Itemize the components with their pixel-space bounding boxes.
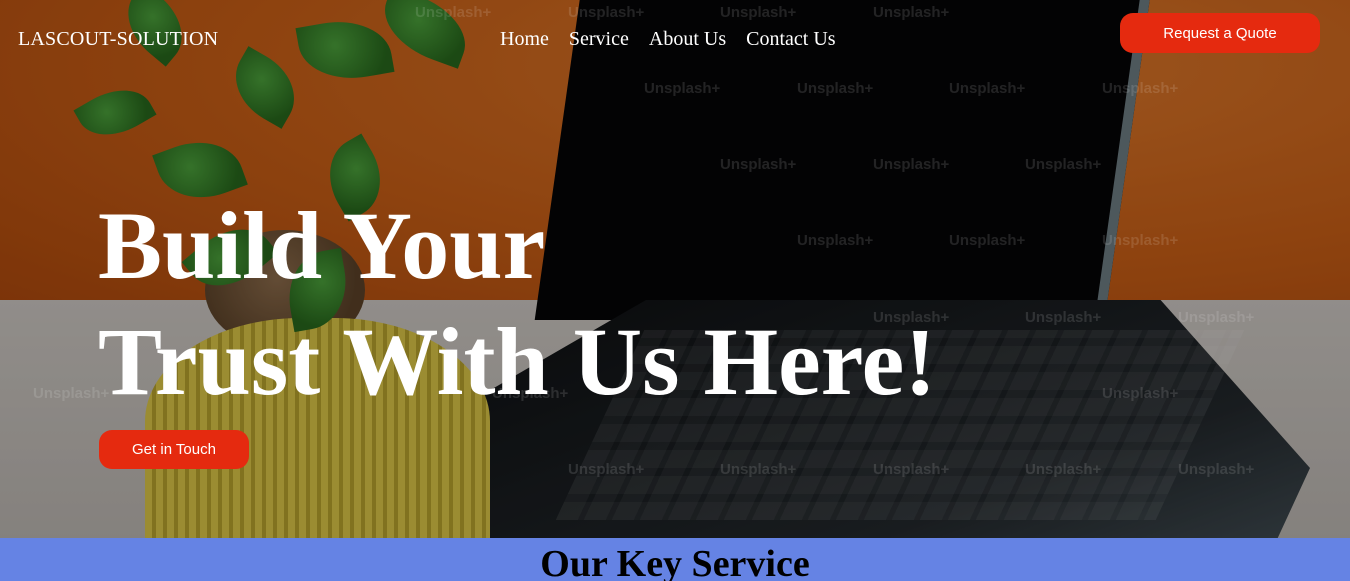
hero-headline-line-2: Trust With Us Here! — [98, 308, 937, 415]
watermark-text: Unsplash+ — [644, 80, 721, 97]
watermark-text: Unsplash+ — [1178, 461, 1255, 478]
services-section: Our Key Service — [0, 538, 1350, 581]
watermark-text: Unsplash+ — [873, 156, 950, 173]
watermark-text: Unsplash+ — [568, 4, 645, 21]
get-in-touch-button[interactable]: Get in Touch — [99, 430, 249, 469]
watermark-text: Unsplash+ — [1178, 309, 1255, 326]
watermark-text: Unsplash+ — [568, 461, 645, 478]
watermark-text: Unsplash+ — [949, 80, 1026, 97]
request-quote-button[interactable]: Request a Quote — [1120, 13, 1320, 53]
nav-link-about-us[interactable]: About Us — [649, 28, 726, 51]
hero-section: Unsplash+ Unsplash+ Unsplash+ Unsplash+ … — [0, 0, 1350, 538]
main-nav: Home Service About Us Contact Us — [500, 28, 836, 51]
watermark-text: Unsplash+ — [720, 156, 797, 173]
brand-logo[interactable]: LASCOUT-SOLUTION — [18, 28, 218, 51]
watermark-text: Unsplash+ — [1102, 80, 1179, 97]
nav-link-service[interactable]: Service — [569, 28, 629, 51]
watermark-text: Unsplash+ — [415, 4, 492, 21]
watermark-text: Unsplash+ — [1025, 156, 1102, 173]
watermark-text: Unsplash+ — [1025, 461, 1102, 478]
hero-headline: Build Your Trust With Us Here! — [98, 188, 936, 420]
hero-headline-line-1: Build Your — [98, 192, 546, 299]
watermark-text: Unsplash+ — [873, 4, 950, 21]
watermark-text: Unsplash+ — [1102, 232, 1179, 249]
watermark-text: Unsplash+ — [873, 461, 950, 478]
services-title: Our Key Service — [540, 543, 810, 581]
nav-link-home[interactable]: Home — [500, 28, 549, 51]
watermark-text: Unsplash+ — [720, 4, 797, 21]
watermark-text: Unsplash+ — [949, 232, 1026, 249]
watermark-text: Unsplash+ — [1102, 385, 1179, 402]
watermark-text: Unsplash+ — [720, 461, 797, 478]
nav-link-contact-us[interactable]: Contact Us — [746, 28, 835, 51]
watermark-text: Unsplash+ — [797, 80, 874, 97]
watermark-text: Unsplash+ — [1025, 309, 1102, 326]
